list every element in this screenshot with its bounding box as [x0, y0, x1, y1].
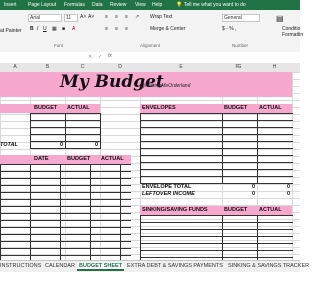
fill-color-icon[interactable]: ■ — [62, 26, 65, 32]
tab-insert[interactable]: Insert — [4, 2, 17, 8]
sheet-tab-instructions[interactable]: INSTRUCTIONS — [0, 263, 41, 269]
bold-button[interactable]: B — [30, 26, 34, 32]
fx-icon[interactable]: fx — [108, 53, 112, 59]
format-painter-button[interactable]: at Painter — [0, 28, 21, 34]
underline-button[interactable]: U — [43, 26, 47, 32]
align-top-icon[interactable]: ≡ — [105, 14, 108, 20]
cancel-icon[interactable]: ✕ — [88, 54, 92, 60]
column-header-h[interactable]: H — [257, 64, 292, 70]
wrap-text-button[interactable]: Wrap Text — [150, 14, 172, 20]
income-total-actual: 0 — [94, 142, 98, 148]
number-symbols[interactable]: $ - % , — [222, 26, 236, 32]
align-middle-icon[interactable]: ≡ — [115, 14, 118, 20]
tab-page-layout[interactable]: Page Layout — [28, 2, 56, 8]
align-bottom-icon[interactable]: ≡ — [125, 14, 128, 20]
envelope-total-budget: 0 — [251, 184, 255, 190]
status-area — [0, 272, 300, 300]
bills-date-header: DATE — [34, 156, 49, 162]
font-group-label: Font — [54, 43, 64, 48]
sinking-actual-header: ACTUAL — [259, 207, 282, 213]
bills-budget-header: BUDGET — [67, 156, 91, 162]
income-total-label: TOTAL — [0, 142, 18, 148]
column-header-d[interactable]: D — [100, 64, 140, 70]
sheet-tab-extra-debt[interactable]: EXTRA DEBT & SAVINGS PAYMENTS — [127, 263, 223, 269]
tell-me-search[interactable]: Tell me what you want to do — [184, 2, 246, 8]
align-center-icon[interactable]: ≡ — [115, 26, 118, 32]
page-title: My Budget — [60, 72, 164, 92]
leftover-income-actual: 0 — [286, 191, 290, 197]
income-total-budget: 0 — [59, 142, 63, 148]
grow-font-icon[interactable]: A˄ — [80, 14, 86, 20]
column-header-e[interactable]: E — [140, 64, 222, 70]
shrink-font-icon[interactable]: A˅ — [88, 14, 94, 20]
sinking-budget-header: BUDGET — [224, 207, 248, 213]
tab-data[interactable]: Data — [92, 2, 103, 8]
ribbon-tab-bar: Insert Page Layout Formulas Data Review … — [0, 0, 300, 10]
envelopes-table[interactable] — [140, 113, 293, 184]
alignment-group-label: Alignment — [140, 43, 161, 48]
bills-table[interactable] — [0, 164, 131, 260]
font-size-select[interactable]: 11 — [64, 14, 78, 22]
ribbon: at Painter Arial 11 A˄ A˅ B I U ▦ ■ A Fo… — [0, 10, 304, 53]
font-color-icon[interactable]: A — [72, 26, 75, 32]
envelope-total-label: ENVELOPE TOTAL — [142, 184, 192, 190]
tab-view[interactable]: View — [135, 2, 146, 8]
column-header-c[interactable]: C — [65, 64, 100, 70]
author-handle: @MakingMeOrderland — [140, 83, 191, 89]
font-name-select[interactable]: Arial — [28, 14, 62, 22]
sinking-table[interactable] — [140, 215, 293, 260]
sheet-tab-budget-sheet[interactable]: BUDGET SHEET — [77, 263, 125, 271]
column-header-a[interactable]: A — [0, 64, 30, 70]
orientation-icon[interactable]: ↗ — [135, 14, 139, 20]
lightbulb-icon: 💡 — [176, 2, 183, 8]
align-right-icon[interactable]: ≡ — [125, 26, 128, 32]
sheet-tab-calendar[interactable]: CALENDAR — [45, 263, 75, 269]
borders-icon[interactable]: ▦ — [52, 26, 57, 32]
tab-help[interactable]: Help — [152, 2, 162, 8]
italic-button[interactable]: I — [37, 26, 38, 32]
number-format-select[interactable]: General — [222, 14, 260, 22]
leftover-income-budget: 0 — [251, 191, 255, 197]
bills-actual-header-text: ACTUAL — [101, 156, 124, 162]
income-actual-header: ACTUAL — [67, 105, 90, 111]
leftover-income-label: LEFTOVER INCOME — [142, 191, 195, 197]
sinking-header: SINKING/SAVING FUNDS — [142, 207, 208, 213]
sheet-tab-sinking-savings[interactable]: SINKING & SAVINGS TRACKER — [228, 263, 309, 269]
conditional-formatting-label: Formattin — [282, 32, 304, 38]
column-header-g[interactable]: G — [222, 64, 257, 70]
envelopes-header: ENVELOPES — [142, 105, 176, 111]
align-left-icon[interactable]: ≡ — [105, 26, 108, 32]
envelope-total-actual: 0 — [286, 184, 290, 190]
tab-review[interactable]: Review — [110, 2, 126, 8]
envelopes-actual-header: ACTUAL — [259, 105, 282, 111]
merge-center-button[interactable]: Merge & Center — [150, 26, 185, 32]
confirm-icon[interactable]: ✓ — [98, 54, 102, 60]
envelopes-budget-header: BUDGET — [224, 105, 248, 111]
conditional-formatting-icon[interactable]: ▤ — [276, 14, 284, 23]
tab-formulas[interactable]: Formulas — [64, 2, 85, 8]
column-header-b[interactable]: B — [30, 64, 65, 70]
number-group-label: Number — [232, 43, 249, 48]
income-budget-header: BUDGET — [34, 105, 58, 111]
